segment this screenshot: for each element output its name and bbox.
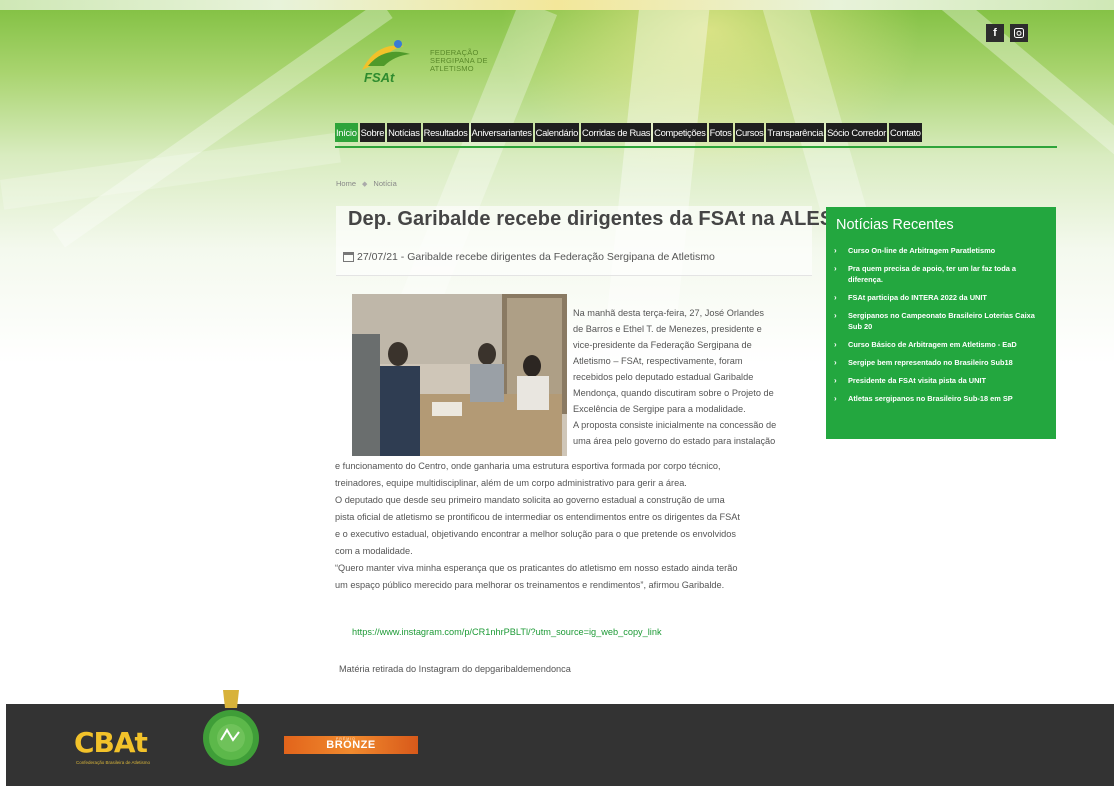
article-side-line: Atletismo – FSAt, respectivamente, foram — [573, 356, 743, 366]
article-side-line: recebidos pelo deputado estadual Garibal… — [573, 372, 754, 382]
recent-news-item[interactable]: › Curso On-line de Arbitragem Paratletism… — [834, 245, 1048, 256]
nav-item-resultados[interactable]: Resultados — [422, 123, 469, 142]
chevron-right-icon: › — [834, 311, 837, 320]
recent-news-title: Notícias Recentes — [836, 217, 954, 233]
medal-icon — [203, 690, 259, 766]
nav-item-fotos[interactable]: Fotos — [708, 123, 733, 142]
recent-news-item[interactable]: › Curso Básico de Arbitragem em Atletismo… — [834, 339, 1048, 350]
article-side-line: vice-presidente da Federação Sergipana d… — [573, 340, 752, 350]
article-line: pista oficial de atletismo se prontifico… — [335, 512, 740, 522]
chevron-right-icon: › — [834, 358, 837, 367]
article-side-line: uma área pelo governo do estado para ins… — [573, 436, 776, 446]
nav-item-calendario[interactable]: Calendário — [534, 123, 579, 142]
nav-item-transparencia[interactable]: Transparência — [766, 123, 825, 142]
article-title: Dep. Garibalde recebe dirigentes da FSAt… — [348, 208, 847, 230]
nav-underline — [335, 146, 1057, 148]
article-side-line: Na manhã desta terça-feira, 27, José Orl… — [573, 308, 764, 318]
fsat-logo[interactable]: FSAt FEDERAÇÃO SERGIPANA DE ATLETISMO — [352, 30, 512, 90]
breadcrumb-home[interactable]: Home — [336, 179, 356, 188]
recent-news-item[interactable]: › Pra quem precisa de apoio, ter um lar f… — [834, 263, 1048, 285]
recent-news-item[interactable]: › Sergipe bem representado no Brasileiro … — [834, 357, 1048, 368]
nav-item-socio-corredor[interactable]: Sócio Corredor — [826, 123, 887, 142]
fsat-logo-icon: FSAt — [362, 40, 410, 85]
recent-news-item[interactable]: › Atletas sergipanos no Brasileiro Sub-18… — [834, 393, 1048, 404]
instagram-icon[interactable] — [1010, 24, 1028, 42]
nav-item-aniversariantes[interactable]: Aniversariantes — [470, 123, 533, 142]
recent-news-widget: Notícias Recentes › Curso On-line de Arbi… — [826, 207, 1056, 439]
nav-item-corridas[interactable]: Corridas de Ruas — [580, 123, 652, 142]
article-line: O deputado que desde seu primeiro mandat… — [335, 495, 725, 505]
instagram-post-link[interactable]: https://www.instagram.com/p/CR1nhrPBLTl/… — [352, 627, 662, 637]
chevron-right-icon: › — [834, 246, 837, 255]
article-side-line: Excelência de Sergipe para a modalidade. — [573, 404, 746, 414]
recent-news-item[interactable]: › Sergipanos no Campeonato Brasileiro Lot… — [834, 310, 1048, 332]
breadcrumb: Home ◆ Notícia — [336, 179, 397, 188]
facebook-icon[interactable]: f — [986, 24, 1004, 42]
article-side-line: Mendonça, quando discutiram sobre o Proj… — [573, 388, 774, 398]
chevron-right-icon: › — [834, 293, 837, 302]
article-meta: 27/07/21 - Garibalde recebe dirigentes d… — [343, 251, 715, 263]
article-line: e o executivo estadual, objetivando enco… — [335, 529, 736, 539]
article-source-note: Matéria retirada do Instagram do depgari… — [339, 664, 571, 674]
social-links: f — [986, 24, 1028, 42]
article-photo — [352, 294, 567, 456]
article-side-line: A proposta consiste inicialmente na conc… — [573, 420, 777, 430]
bronze-award-top: PRÊMIO — [336, 737, 356, 741]
footer: CBAt Confederação Brasileira de Atletism… — [6, 704, 1114, 786]
calendar-icon — [343, 252, 354, 262]
nav-item-cursos[interactable]: Cursos — [734, 123, 765, 142]
article-line: e funcionamento do Centro, onde ganharia… — [335, 461, 721, 471]
nav-item-noticias[interactable]: Notícias — [387, 123, 421, 142]
chevron-right-icon: › — [834, 394, 837, 403]
chevron-right-icon: › — [834, 376, 837, 385]
article-date-line: 27/07/21 - Garibalde recebe dirigentes d… — [357, 251, 715, 263]
chevron-right-icon: › — [834, 264, 837, 273]
recent-news-item[interactable]: › FSAt participa do INTERA 2022 da UNIT — [834, 292, 1048, 303]
article-line: com a modalidade. — [335, 546, 413, 556]
article-line: treinadores, equipe multidisciplinar, al… — [335, 478, 687, 488]
article-line: um espaço público merecido para melhorar… — [335, 580, 725, 590]
breadcrumb-current: Notícia — [373, 179, 397, 188]
nav-item-contato[interactable]: Contato — [888, 123, 922, 142]
bronze-award-badge[interactable]: PRÊMIO BRONZE — [284, 736, 418, 754]
recent-news-item[interactable]: › Presidente da FSAt visita pista da UNIT — [834, 375, 1048, 386]
nav-item-inicio[interactable]: Início — [335, 123, 358, 142]
article-side-line: de Barros e Ethel T. de Menezes, preside… — [573, 324, 762, 334]
logo-text: FEDERAÇÃO SERGIPANA DE ATLETISMO — [430, 48, 488, 73]
nav-item-competicoes[interactable]: Competições — [653, 123, 707, 142]
svg-text:FSAt: FSAt — [364, 70, 395, 85]
breadcrumb-separator-icon: ◆ — [362, 180, 368, 188]
chevron-right-icon: › — [834, 340, 837, 349]
nav-item-sobre[interactable]: Sobre — [359, 123, 386, 142]
main-nav: Início Sobre Notícias Resultados Anivers… — [335, 123, 922, 142]
top-band — [0, 0, 1114, 10]
cbat-logo[interactable]: CBAt Confederação Brasileira de Atletism… — [74, 726, 174, 768]
article-line: “Quero manter viva minha esperança que o… — [335, 563, 738, 573]
